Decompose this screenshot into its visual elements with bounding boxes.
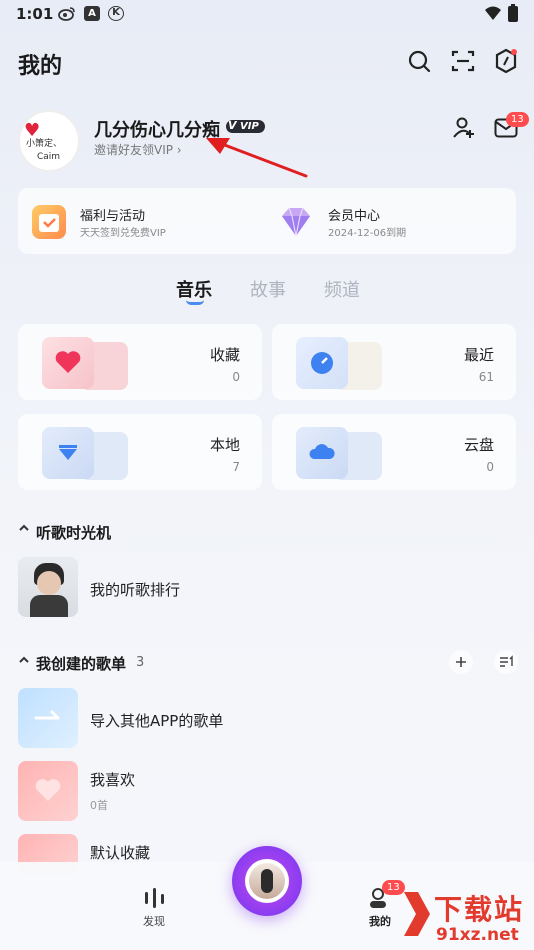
- calendar-gift-icon: [32, 205, 66, 239]
- grid-label: 本地: [209, 436, 240, 454]
- k-icon: K: [108, 6, 124, 21]
- nav-mine-label[interactable]: 我的: [369, 913, 391, 929]
- welfare-subtitle: 天天签到兑免费VIP: [80, 228, 166, 239]
- playlist-item-title[interactable]: 导入其他APP的歌单: [90, 710, 223, 731]
- my-playlists-title[interactable]: 我创建的歌单: [36, 653, 126, 674]
- tab-indicator: [186, 300, 204, 305]
- download-icon: [42, 427, 94, 479]
- avatar[interactable]: ♥ 小箫定、 Caim: [18, 110, 80, 172]
- weibo-icon: [58, 5, 76, 25]
- search-icon[interactable]: [406, 48, 432, 74]
- playlist-item-title[interactable]: 我喜欢: [90, 769, 135, 790]
- grid-count: 0: [486, 460, 494, 474]
- now-playing-button[interactable]: [232, 846, 302, 916]
- scan-icon[interactable]: [450, 48, 476, 74]
- grid-card-local[interactable]: 本地 7: [18, 414, 262, 490]
- avatar-text-1: 小箫定、: [26, 139, 63, 149]
- heart-icon: [42, 337, 94, 389]
- playlist-count: 3: [136, 655, 145, 670]
- tab-stories[interactable]: 故事: [250, 276, 286, 302]
- member-expiry: 2024-12-06到期: [328, 228, 407, 239]
- status-bar: 1:01 A K: [0, 0, 534, 28]
- welfare-title[interactable]: 福利与活动: [80, 205, 145, 224]
- collapse-chevron-icon[interactable]: [18, 654, 30, 669]
- avatar-text-2: Caim: [37, 152, 61, 162]
- album-art: [249, 863, 285, 899]
- liked-playlist-thumbnail: [18, 761, 78, 821]
- grid-label: 收藏: [209, 346, 240, 364]
- discover-icon[interactable]: [142, 886, 168, 912]
- cloud-icon: [296, 427, 348, 479]
- grid-label: 云盘: [463, 436, 494, 454]
- watermark-url: 91xz.net: [436, 925, 519, 945]
- grid-label: 最近: [463, 346, 494, 364]
- grid-card-cloud[interactable]: 云盘 0: [272, 414, 516, 490]
- wifi-icon: [484, 5, 502, 25]
- invite-vip-link[interactable]: 邀请好友领VIP ›: [94, 141, 182, 158]
- listening-rank-item[interactable]: 我的听歌排行: [90, 579, 180, 600]
- manage-playlists-icon[interactable]: [494, 650, 518, 674]
- import-playlist-thumbnail: [18, 688, 78, 748]
- annotation-arrow: [200, 132, 310, 186]
- grid-card-favorites[interactable]: 收藏 0: [18, 324, 262, 400]
- watermark-logo-icon: [402, 888, 432, 944]
- battery-icon: [508, 4, 518, 26]
- grid-count: 0: [232, 370, 240, 384]
- grid-card-recent[interactable]: 最近 61: [272, 324, 516, 400]
- clock-icon: [296, 337, 348, 389]
- listening-rank-thumbnail: [18, 557, 78, 617]
- collapse-chevron-icon[interactable]: [18, 522, 30, 537]
- grid-count: 7: [232, 460, 240, 474]
- settings-icon[interactable]: [493, 48, 519, 74]
- watermark-text: 下载站: [434, 893, 525, 926]
- album-disc: [245, 859, 289, 903]
- a-icon: A: [84, 6, 100, 21]
- add-friend-icon[interactable]: [452, 116, 476, 144]
- mail-badge: 13: [506, 112, 529, 127]
- time-machine-title[interactable]: 听歌时光机: [36, 522, 111, 543]
- grid-count: 61: [478, 370, 494, 384]
- tab-music[interactable]: 音乐: [176, 276, 212, 302]
- playlist-item-title[interactable]: 默认收藏: [90, 842, 150, 863]
- playlist-item-sub: 0首: [90, 799, 108, 812]
- page-title: 我的: [18, 54, 63, 79]
- diamond-icon: [278, 205, 312, 239]
- status-time: 1:01: [16, 5, 54, 23]
- tab-channels[interactable]: 频道: [324, 276, 360, 302]
- nav-discover-label[interactable]: 发现: [143, 913, 165, 929]
- member-center-title[interactable]: 会员中心: [328, 205, 380, 224]
- add-playlist-icon[interactable]: [449, 650, 473, 674]
